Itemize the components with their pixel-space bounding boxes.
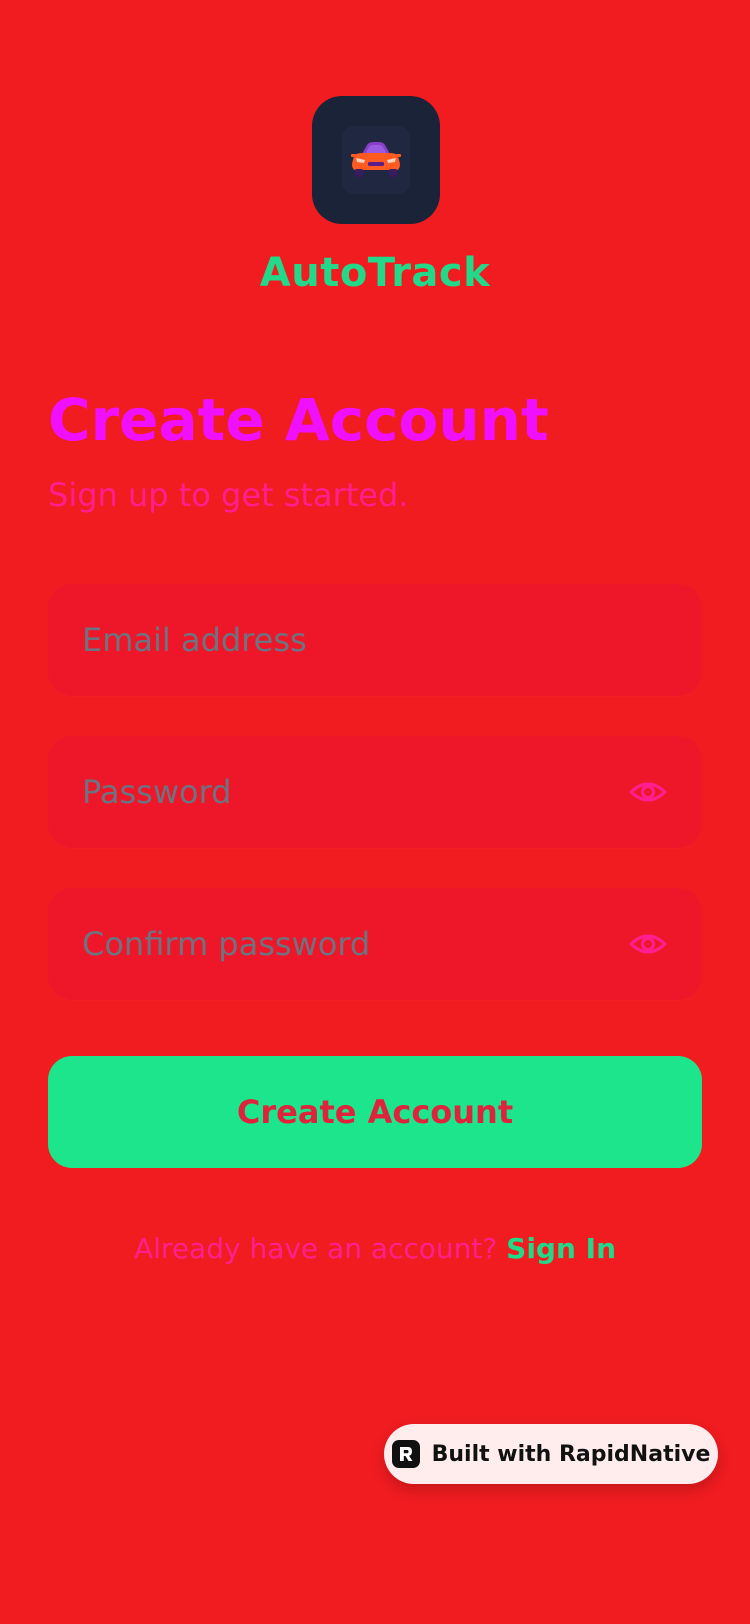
built-with-badge[interactable]: Built with RapidNative <box>384 1424 718 1484</box>
page-title: Create Account <box>48 386 549 454</box>
eye-icon[interactable] <box>628 924 668 964</box>
page-subtitle: Sign up to get started. <box>48 476 409 514</box>
app-logo-inner <box>342 126 410 194</box>
sign-in-prompt: Already have an account? Sign In <box>0 1232 750 1265</box>
email-field[interactable] <box>82 584 642 696</box>
create-account-button[interactable]: Create Account <box>48 1056 702 1168</box>
email-field-container <box>48 584 702 696</box>
sign-in-link[interactable]: Sign In <box>506 1232 616 1265</box>
rapidnative-logo-icon <box>391 1440 420 1468</box>
car-icon <box>351 142 401 177</box>
built-with-badge-label: Built with RapidNative <box>431 1441 711 1467</box>
app-logo <box>312 96 440 224</box>
password-field[interactable] <box>82 736 642 848</box>
eye-icon[interactable] <box>628 772 668 812</box>
password-field-container <box>48 736 702 848</box>
app-name: AutoTrack <box>259 250 491 296</box>
confirm-password-field-container <box>48 888 702 1000</box>
confirm-password-field[interactable] <box>82 888 642 1000</box>
sign-in-prompt-text: Already have an account? <box>133 1232 498 1265</box>
